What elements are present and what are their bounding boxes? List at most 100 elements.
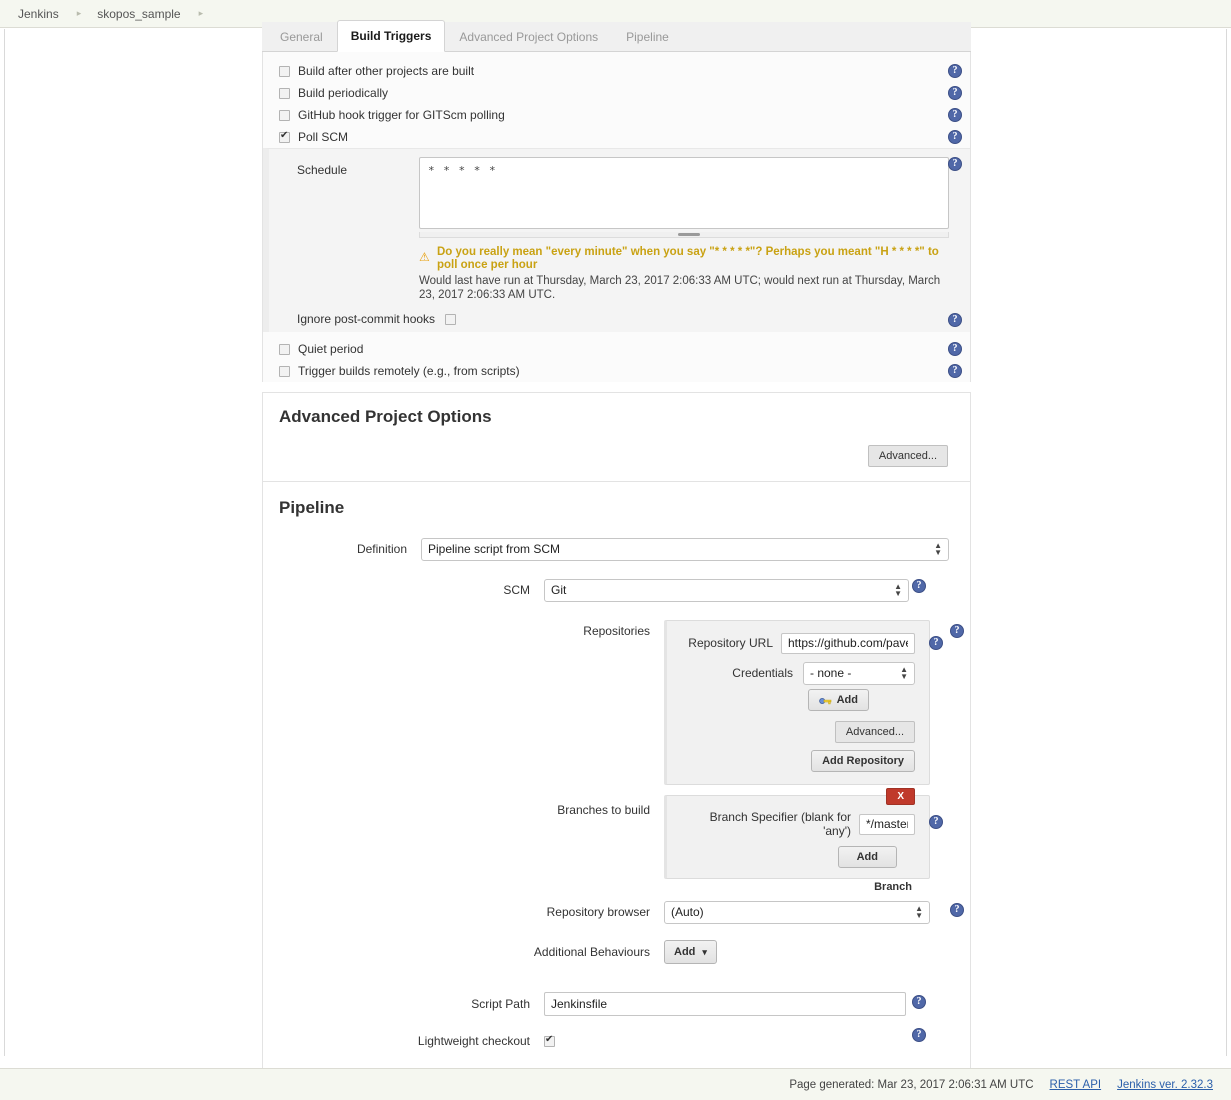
schedule-warning-text: Do you really mean "every minute" when y… <box>437 246 939 271</box>
repository-url-row: Repository URL ? <box>681 631 943 655</box>
tab-pipeline[interactable]: Pipeline <box>612 21 683 52</box>
scm-select[interactable]: Git ▲ ▼ <box>544 578 909 602</box>
script-path-label: Script Path <box>471 997 530 1011</box>
help-icon-github-hook-trigger[interactable]: ? <box>948 108 962 122</box>
repository-browser-value: (Auto) <box>671 905 704 919</box>
left-divider <box>4 29 5 1056</box>
help-icon-script-path[interactable]: ? <box>912 995 926 1009</box>
credentials-select-arrows-icon: ▲ ▼ <box>900 665 908 681</box>
breadcrumb-separator-icon: ▸ <box>76 8 82 18</box>
branch-specifier-label: Branch Specifier (blank for 'any') <box>709 810 851 838</box>
pipeline-section: Pipeline Definition Pipeline script from… <box>262 481 971 1100</box>
checkbox-build-periodically[interactable] <box>279 87 290 99</box>
rest-api-link[interactable]: REST API <box>1050 1079 1102 1091</box>
repository-browser-label: Repository browser <box>546 905 650 919</box>
help-icon-trigger-builds-remotely[interactable]: ? <box>948 364 962 378</box>
additional-behaviours-label: Additional Behaviours <box>533 945 650 959</box>
repositories-row: Repositories Repository URL ? Credential… <box>263 620 970 785</box>
tab-build-triggers[interactable]: Build Triggers <box>336 20 446 52</box>
help-icon-scm[interactable]: ? <box>912 579 926 593</box>
breadcrumb-item-jenkins[interactable]: Jenkins <box>16 7 61 21</box>
repository-url-input[interactable] <box>781 632 915 654</box>
repository-url-label: Repository URL <box>688 636 773 650</box>
checkbox-build-after-other-projects[interactable] <box>279 65 290 77</box>
checkbox-lightweight-checkout[interactable] <box>544 1034 555 1047</box>
add-credentials-button[interactable]: Add <box>807 689 869 711</box>
schedule-next-run-note: Would last have run at Thursday, March 2… <box>419 275 941 301</box>
checkbox-quiet-period[interactable] <box>279 343 290 355</box>
credentials-select[interactable]: - none - ▲ ▼ <box>803 661 915 685</box>
help-icon-quiet-period[interactable]: ? <box>948 342 962 356</box>
definition-label: Definition <box>356 542 407 556</box>
jenkins-configure-page: Jenkins ▸ skopos_sample ▸ General Build … <box>0 0 1231 1100</box>
repository-browser-row: Repository browser (Auto) ▲ ▼ ? <box>263 897 970 927</box>
schedule-textarea[interactable] <box>419 157 949 229</box>
branch-specifier-row: Branch Specifier (blank for 'any') ? <box>681 810 943 838</box>
credentials-row: Credentials - none - ▲ ▼ <box>681 661 915 685</box>
help-icon-build-after-other-projects[interactable]: ? <box>948 64 962 78</box>
scm-row: SCM Git ▲ ▼ ? <box>263 575 970 605</box>
add-behaviour-label: Add <box>674 946 696 958</box>
help-icon-branch-specifier[interactable]: ? <box>929 815 943 829</box>
help-icon-lightweight-checkout[interactable]: ? <box>912 1028 926 1042</box>
lightweight-checkout-row: Lightweight checkout ? <box>263 1026 970 1056</box>
trigger-row-github-hook: GitHub hook trigger for GITScm polling ? <box>263 104 970 126</box>
checkbox-poll-scm[interactable] <box>279 130 290 143</box>
help-icon-ignore-post-commit-hooks[interactable]: ? <box>948 313 962 327</box>
tab-advanced-project-options[interactable]: Advanced Project Options <box>445 21 612 52</box>
repository-browser-select[interactable]: (Auto) ▲ ▼ <box>664 900 930 924</box>
help-icon-poll-scm[interactable]: ? <box>948 130 962 144</box>
help-icon-repository-browser[interactable]: ? <box>950 903 964 917</box>
branches-to-build-row: Branches to build X Branch Specifier (bl… <box>263 788 970 893</box>
trigger-row-quiet-period: Quiet period ? <box>263 338 970 360</box>
add-branch-button[interactable]: Add <box>837 846 897 868</box>
help-icon-schedule[interactable]: ? <box>948 157 962 171</box>
checkbox-ignore-post-commit-hooks[interactable] <box>445 313 457 325</box>
config-tabbar: General Build Triggers Advanced Project … <box>262 20 971 52</box>
repository-browser-arrows-icon: ▲ ▼ <box>915 904 923 920</box>
pipeline-heading: Pipeline <box>279 498 345 517</box>
help-icon-build-periodically[interactable]: ? <box>948 86 962 100</box>
label-github-hook-trigger: GitHub hook trigger for GITScm polling <box>298 108 505 122</box>
repositories-label: Repositories <box>583 624 650 638</box>
credentials-select-value: - none - <box>810 666 852 680</box>
jenkins-version-link[interactable]: Jenkins ver. 2.32.3 <box>1117 1079 1213 1091</box>
branch-specifier-input[interactable] <box>859 813 915 835</box>
delete-branch-button[interactable]: X <box>886 788 915 805</box>
credentials-label: Credentials <box>732 666 793 680</box>
add-behaviour-button[interactable]: Add ▾ <box>664 940 717 964</box>
repositories-block: Repository URL ? Credentials - none - ▲▼ <box>664 620 943 785</box>
repository-advanced-button[interactable]: Advanced... <box>834 721 915 743</box>
add-branch-caption: Branch <box>874 881 912 893</box>
page-generated-text: Page generated: Mar 23, 2017 2:06:31 AM … <box>789 1078 1034 1091</box>
schedule-label: Schedule <box>297 163 348 177</box>
chevron-down-icon: ▾ <box>702 946 707 957</box>
schedule-horizontal-scrollbar[interactable] <box>419 232 949 238</box>
tab-general[interactable]: General <box>266 21 337 52</box>
checkbox-github-hook-trigger[interactable] <box>279 109 290 121</box>
label-build-periodically: Build periodically <box>298 86 389 100</box>
lightweight-checkout-label: Lightweight checkout <box>417 1034 530 1048</box>
help-icon-repository-url[interactable]: ? <box>929 636 943 650</box>
config-form: General Build Triggers Advanced Project … <box>262 20 971 1100</box>
checkbox-trigger-builds-remotely[interactable] <box>279 365 290 377</box>
script-path-input[interactable] <box>544 992 906 1016</box>
definition-select-arrows-icon: ▲ ▼ <box>934 541 942 557</box>
definition-select-value: Pipeline script from SCM <box>428 542 561 556</box>
scm-select-arrows-icon: ▲ ▼ <box>894 582 902 598</box>
scm-label: SCM <box>503 583 530 597</box>
add-repository-button[interactable]: Add Repository <box>811 750 915 772</box>
scm-select-value: Git <box>551 583 567 597</box>
branches-to-build-label: Branches to build <box>557 803 650 817</box>
help-icon-repositories[interactable]: ? <box>950 624 964 638</box>
trigger-row-build-periodically: Build periodically ? <box>263 82 970 104</box>
advanced-project-options-button[interactable]: Advanced... <box>867 445 948 467</box>
warning-icon: ⚠ <box>419 250 430 264</box>
key-icon <box>818 696 832 705</box>
definition-select[interactable]: Pipeline script from SCM ▲ ▼ <box>421 537 949 561</box>
label-build-after-other-projects: Build after other projects are built <box>298 64 475 78</box>
additional-behaviours-row: Additional Behaviours Add ▾ <box>263 937 970 967</box>
label-ignore-post-commit-hooks: Ignore post-commit hooks <box>297 312 436 326</box>
advanced-project-options-heading: Advanced Project Options <box>279 407 492 426</box>
breadcrumb-item-job[interactable]: skopos_sample <box>95 7 182 21</box>
